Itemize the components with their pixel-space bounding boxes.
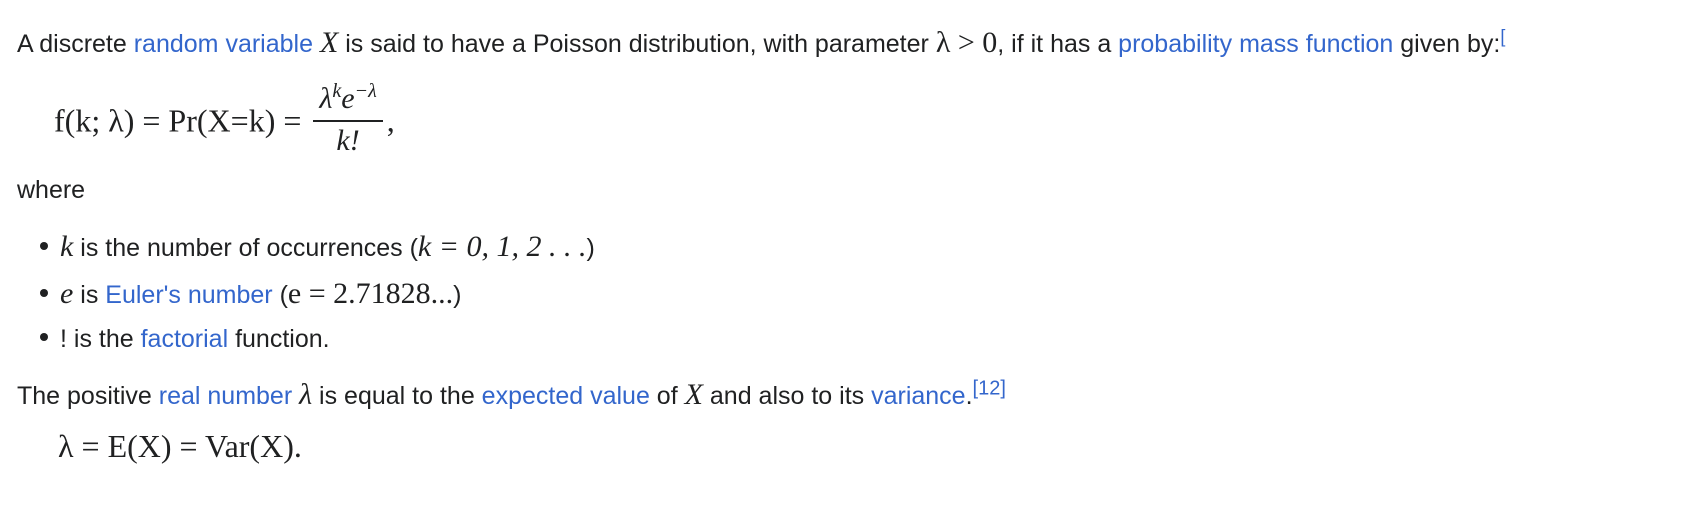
intro-text-3: , if it has a <box>997 30 1119 58</box>
pmf-formula-lhs: f(k; λ) = Pr(X=k) = <box>54 102 302 139</box>
para2-text-3: of <box>649 382 685 410</box>
pmf-formula: f(k; λ) = Pr(X=k) = λke−λ k! , <box>54 81 395 162</box>
bullet-e-text: is <box>73 281 106 309</box>
pmf-formula-comma: , <box>386 102 395 139</box>
bullet-e-var: e <box>60 277 74 310</box>
bullet-factorial-text: ! is the <box>60 325 141 353</box>
bullet-e-open: ( <box>272 281 288 309</box>
intro-text-4: given by: <box>1393 30 1501 58</box>
bullet-k-text: is the number of occurrences ( <box>73 234 418 262</box>
num-lambda: λ <box>319 82 333 115</box>
pmf-numerator: λke−λ <box>313 80 383 122</box>
where-label: where <box>17 176 86 204</box>
bullet-e: e is Euler's number (e = 2.71828...) <box>40 277 461 311</box>
intro-text-1: A discrete <box>17 30 134 58</box>
bullet-e-math: e = 2.71828... <box>287 277 454 310</box>
bullet-k-close: ) <box>586 234 595 262</box>
pmf-fraction: λke−λ k! <box>313 80 383 158</box>
expected-value-link[interactable]: expected value <box>482 382 650 410</box>
para2-text-1: The positive <box>17 382 159 410</box>
mean-variance-formula: λ = E(X) = Var(X). <box>58 428 302 464</box>
bullet-dot-icon <box>40 242 48 251</box>
expected-value-paragraph: The positive real number λ is equal to t… <box>17 378 1006 412</box>
para2-period: . <box>965 382 973 410</box>
num-neg-lambda-exp: −λ <box>354 80 377 102</box>
intro-paragraph: A discrete random variable X is said to … <box>17 26 1505 60</box>
variance-link[interactable]: variance <box>871 382 966 410</box>
bullet-e-close: ) <box>453 281 462 309</box>
para2-lambda: λ <box>299 378 313 411</box>
var-x: X <box>319 26 339 59</box>
real-number-link[interactable]: real number <box>159 382 292 410</box>
bullet-k-math: k = 0, 1, 2 . . . <box>417 230 587 263</box>
pmf-link[interactable]: probability mass function <box>1118 30 1393 58</box>
bullet-factorial-tail: function. <box>228 325 330 353</box>
reference-12-link[interactable]: [12] <box>973 378 1006 400</box>
factorial-link[interactable]: factorial <box>141 325 229 353</box>
intro-text-2: is said to have a Poisson distribution, … <box>338 30 936 58</box>
bullet-factorial: ! is the factorial function. <box>40 325 330 354</box>
para2-text-2: is equal to the <box>312 382 482 410</box>
bullet-dot-icon <box>40 289 48 298</box>
num-k-exp: k <box>332 80 342 102</box>
bullet-k: k is the number of occurrences (k = 0, 1… <box>40 230 595 264</box>
pmf-denominator: k! <box>336 124 360 157</box>
para2-var-x: X <box>684 378 703 411</box>
random-variable-link[interactable]: random variable <box>134 30 313 58</box>
para2-text-4: and also to its <box>702 382 872 410</box>
eulers-number-link[interactable]: Euler's number <box>105 281 272 309</box>
bullet-dot-icon <box>40 333 48 342</box>
bullet-k-var: k <box>60 230 74 263</box>
cut-reference-link[interactable]: [ <box>1500 27 1505 47</box>
lambda-condition: λ > 0 <box>935 26 998 59</box>
num-e: e <box>341 82 355 115</box>
